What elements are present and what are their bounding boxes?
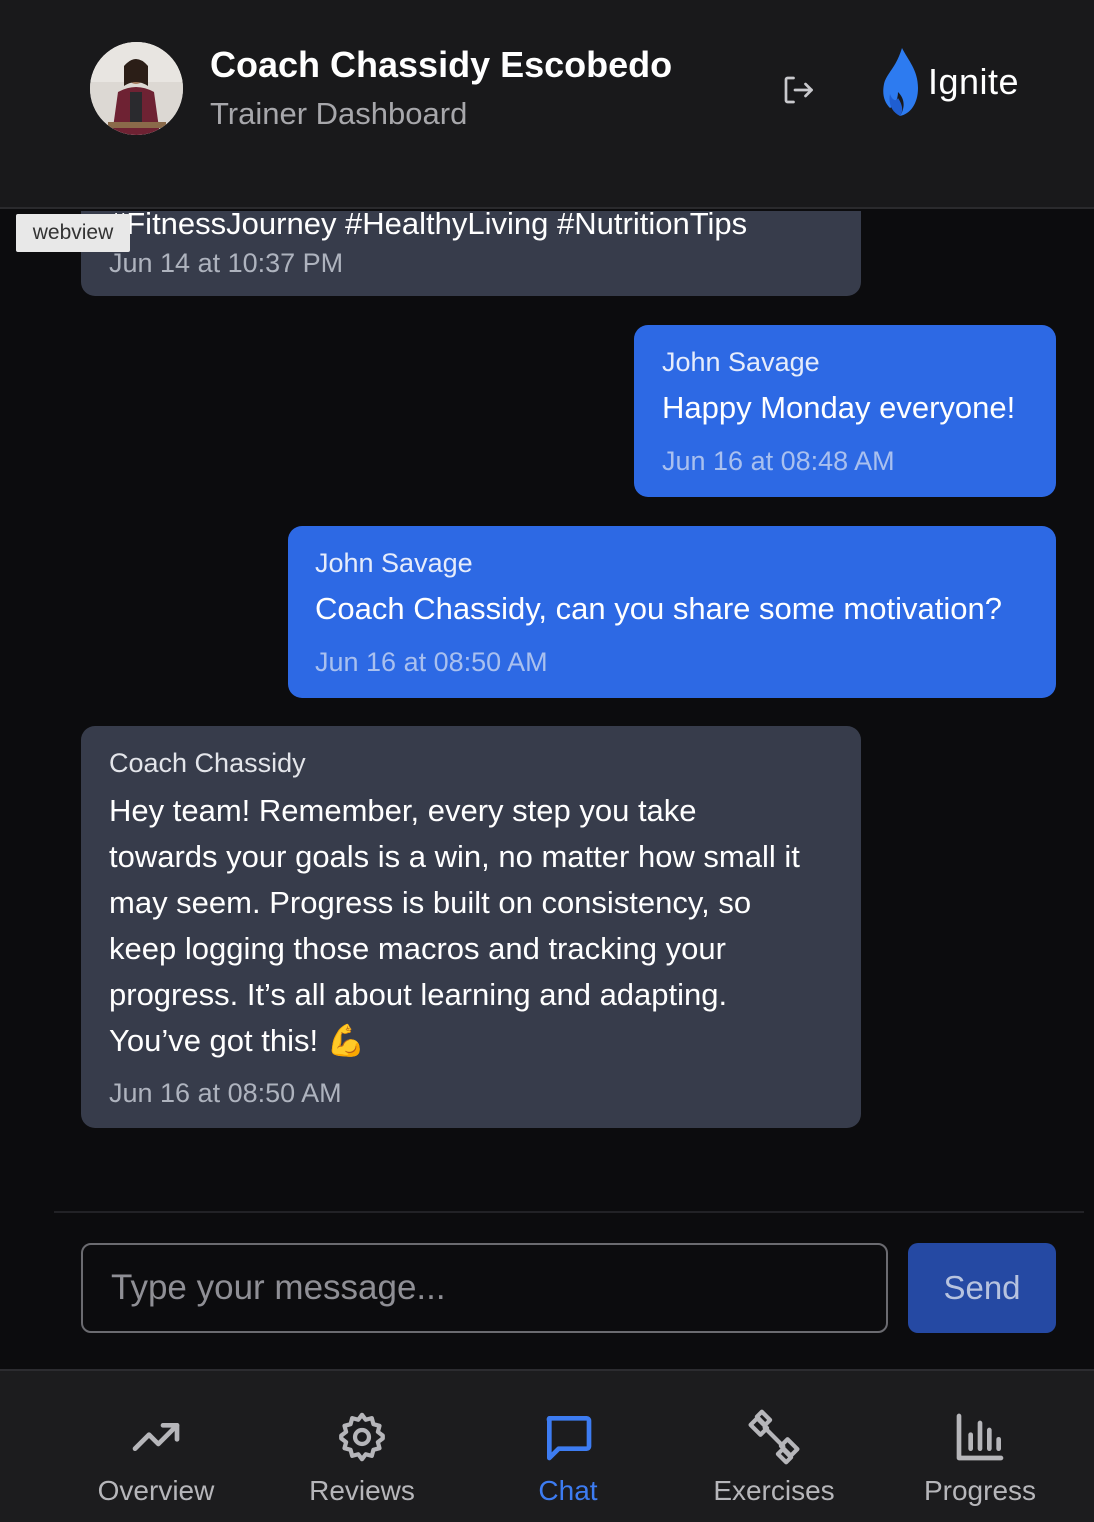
message-bubble: #FitnessJourney #HealthyLiving #Nutritio… — [81, 211, 861, 296]
nav-item-overview[interactable]: Overview — [66, 1371, 246, 1522]
chat-bubble-icon — [546, 1416, 592, 1461]
webview-debug-tag: webview — [16, 214, 130, 252]
message-line: towards your goals is a win, no matter h… — [109, 839, 800, 874]
message-timestamp: Jun 14 at 10:37 PM — [109, 248, 344, 278]
header: Coach Chassidy Escobedo Trainer Dashboar… — [0, 0, 1094, 209]
message-text: Hey team! Remember, every step you take … — [109, 788, 800, 1064]
message-text: #FitnessJourney #HealthyLiving #Nutritio… — [109, 211, 748, 241]
message-line: progress. It’s all about learning and ad… — [109, 977, 728, 1012]
bar-chart-icon — [956, 1413, 1004, 1461]
nav-item-chat[interactable]: Chat — [478, 1371, 658, 1522]
nav-item-reviews[interactable]: Reviews — [272, 1371, 452, 1522]
nav-item-exercises[interactable]: Exercises — [684, 1371, 864, 1522]
message-text: Happy Monday everyone! — [662, 390, 1016, 425]
nav-item-progress[interactable]: Progress — [890, 1371, 1070, 1522]
message-timestamp: Jun 16 at 08:50 AM — [109, 1078, 342, 1108]
page-title: Coach Chassidy Escobedo — [210, 44, 673, 85]
message-bubble: John Savage Happy Monday everyone! Jun 1… — [634, 325, 1056, 497]
page-subtitle: Trainer Dashboard — [210, 96, 468, 131]
message-timestamp: Jun 16 at 08:48 AM — [662, 446, 895, 476]
nav-label: Reviews — [309, 1475, 415, 1506]
message-timestamp: Jun 16 at 08:50 AM — [315, 647, 548, 677]
gear-icon — [339, 1412, 385, 1462]
avatar[interactable] — [90, 42, 183, 135]
bottom-nav: Overview Reviews Chat Exercises Progress — [0, 1369, 1094, 1522]
message-text: Coach Chassidy, can you share some motiv… — [315, 591, 1002, 626]
nav-label: Chat — [538, 1475, 598, 1506]
message-line: Hey team! Remember, every step you take — [109, 793, 697, 828]
message-sender: John Savage — [315, 548, 473, 578]
message-bubble: Coach Chassidy Hey team! Remember, every… — [81, 726, 861, 1128]
message-line: You’ve got this! 💪 — [109, 1023, 366, 1058]
message-line: keep logging those macros and tracking y… — [109, 931, 726, 966]
send-button[interactable]: Send — [908, 1243, 1056, 1333]
chat-messages[interactable]: webview #FitnessJourney #HealthyLiving #… — [0, 211, 1094, 1211]
message-sender: John Savage — [662, 347, 820, 377]
message-composer: Send — [54, 1211, 1084, 1369]
logo-text: Ignite — [928, 61, 1020, 102]
message-bubble: John Savage Coach Chassidy, can you shar… — [288, 526, 1056, 698]
nav-label: Overview — [97, 1475, 215, 1506]
message-line: may seem. Progress is built on consisten… — [109, 885, 752, 920]
trending-up-icon — [132, 1423, 180, 1451]
app-screen: Coach Chassidy Escobedo Trainer Dashboar… — [0, 0, 1094, 1522]
logout-button[interactable] — [778, 70, 818, 110]
ignite-logo: Ignite — [880, 44, 1019, 120]
logout-icon — [784, 76, 813, 104]
message-sender: Coach Chassidy — [109, 748, 306, 778]
message-input[interactable] — [81, 1243, 888, 1333]
nav-label: Progress — [923, 1475, 1037, 1506]
nav-label: Exercises — [713, 1475, 835, 1506]
dumbbell-icon — [748, 1409, 800, 1465]
flame-icon — [883, 48, 918, 116]
